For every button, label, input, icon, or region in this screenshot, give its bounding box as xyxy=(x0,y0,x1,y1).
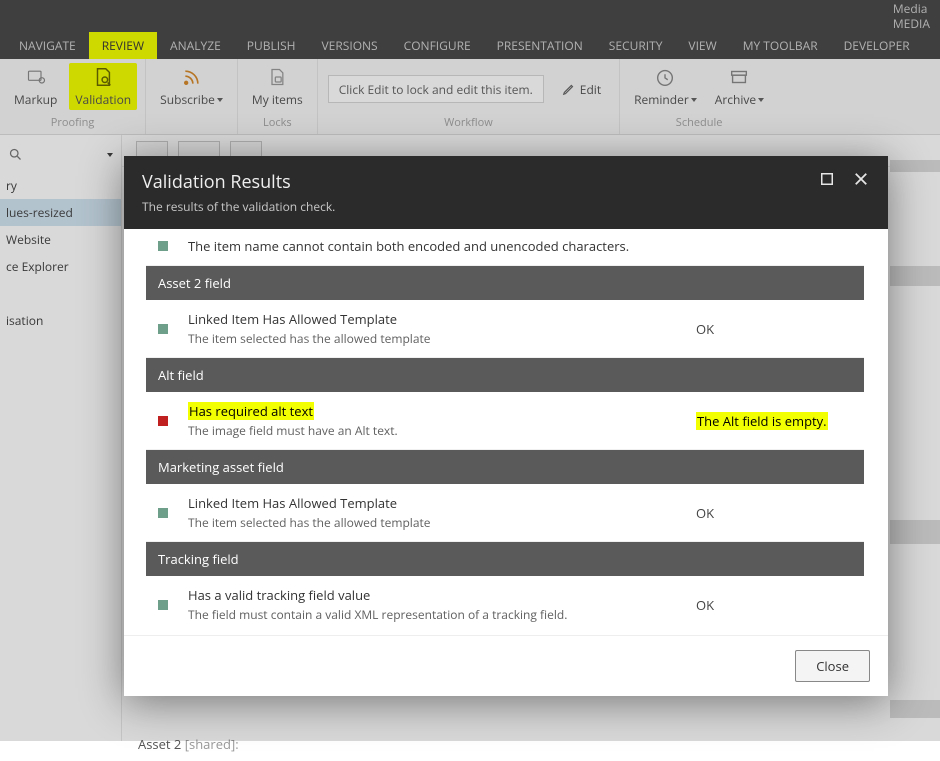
maximize-icon[interactable] xyxy=(818,170,836,188)
result-status: OK xyxy=(696,320,856,338)
result-title: Has required alt text xyxy=(188,402,696,420)
result-row: Linked Item Has Allowed Template The item… xyxy=(146,484,864,542)
result-desc: The item selected has the allowed templa… xyxy=(188,514,696,531)
results-list[interactable]: The item name cannot contain both encode… xyxy=(146,241,864,631)
result-row: Linked Item Has Allowed Template The item… xyxy=(146,300,864,358)
result-desc: The item selected has the allowed templa… xyxy=(188,330,696,347)
modal-footer: Close xyxy=(124,635,888,696)
result-text: The item name cannot contain both encode… xyxy=(188,241,696,255)
result-desc: The image field must have an Alt text. xyxy=(188,422,696,439)
result-text: Linked Item Has Allowed Template The item… xyxy=(188,494,696,531)
result-desc: The field must contain a valid XML repre… xyxy=(188,606,696,623)
section-header: Tracking field xyxy=(146,542,864,576)
result-title: Linked Item Has Allowed Template xyxy=(188,310,696,328)
result-status: OK xyxy=(696,504,856,522)
status-ok-icon xyxy=(158,324,168,334)
result-text: Has required alt text The image field mus… xyxy=(188,402,696,439)
modal-subtitle: The results of the validation check. xyxy=(142,198,335,215)
result-row: Has a valid tracking field value The fiel… xyxy=(146,576,864,631)
result-text: Has a valid tracking field value The fiel… xyxy=(188,586,696,623)
section-header: Alt field xyxy=(146,358,864,392)
section-header: Marketing asset field xyxy=(146,450,864,484)
modal-body: The item name cannot contain both encode… xyxy=(124,229,888,635)
result-text: Linked Item Has Allowed Template The item… xyxy=(188,310,696,347)
result-status: OK xyxy=(696,596,856,614)
result-desc: The item name cannot contain both encode… xyxy=(188,241,696,255)
modal-header: Validation Results The results of the va… xyxy=(124,156,888,229)
close-button[interactable]: Close xyxy=(795,650,870,682)
status-ok-icon xyxy=(158,508,168,518)
result-title: Has a valid tracking field value xyxy=(188,586,696,604)
section-header: Asset 2 field xyxy=(146,266,864,300)
status-ok-icon xyxy=(158,241,168,251)
result-status: The Alt field is empty. xyxy=(696,412,856,430)
modal-title: Validation Results xyxy=(142,170,335,194)
result-status: OK xyxy=(696,241,856,243)
validation-modal: Validation Results The results of the va… xyxy=(124,156,888,696)
result-title: Linked Item Has Allowed Template xyxy=(188,494,696,512)
result-row: The item name cannot contain both encode… xyxy=(146,241,864,266)
status-ok-icon xyxy=(158,600,168,610)
result-row: Has required alt text The image field mus… xyxy=(146,392,864,450)
close-icon[interactable] xyxy=(852,170,870,188)
status-error-icon xyxy=(158,416,168,426)
